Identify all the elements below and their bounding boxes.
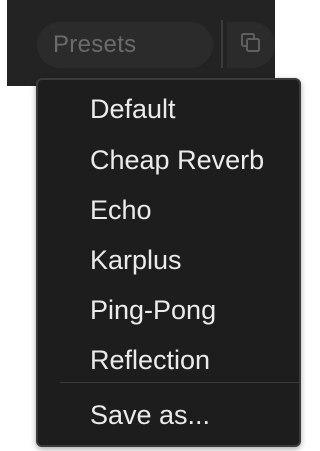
menu-item-cheap-reverb[interactable]: Cheap Reverb — [90, 143, 264, 177]
presets-menu: Default Cheap Reverb Echo Karplus Ping-P… — [36, 78, 301, 447]
menu-item-echo[interactable]: Echo — [90, 193, 152, 227]
presets-dropdown[interactable]: Presets — [37, 22, 213, 68]
menu-item-default[interactable]: Default — [90, 92, 176, 126]
menu-separator — [60, 382, 299, 383]
toolbar-divider — [221, 20, 223, 68]
preset-toolbar: Presets — [7, 0, 275, 86]
copy-preset-button[interactable] — [227, 22, 275, 68]
menu-item-save-as[interactable]: Save as... — [90, 398, 210, 432]
menu-item-reflection[interactable]: Reflection — [90, 343, 210, 377]
copy-icon — [240, 32, 262, 59]
menu-item-ping-pong[interactable]: Ping-Pong — [90, 293, 216, 327]
menu-item-karplus[interactable]: Karplus — [90, 243, 182, 277]
presets-label: Presets — [53, 31, 137, 58]
